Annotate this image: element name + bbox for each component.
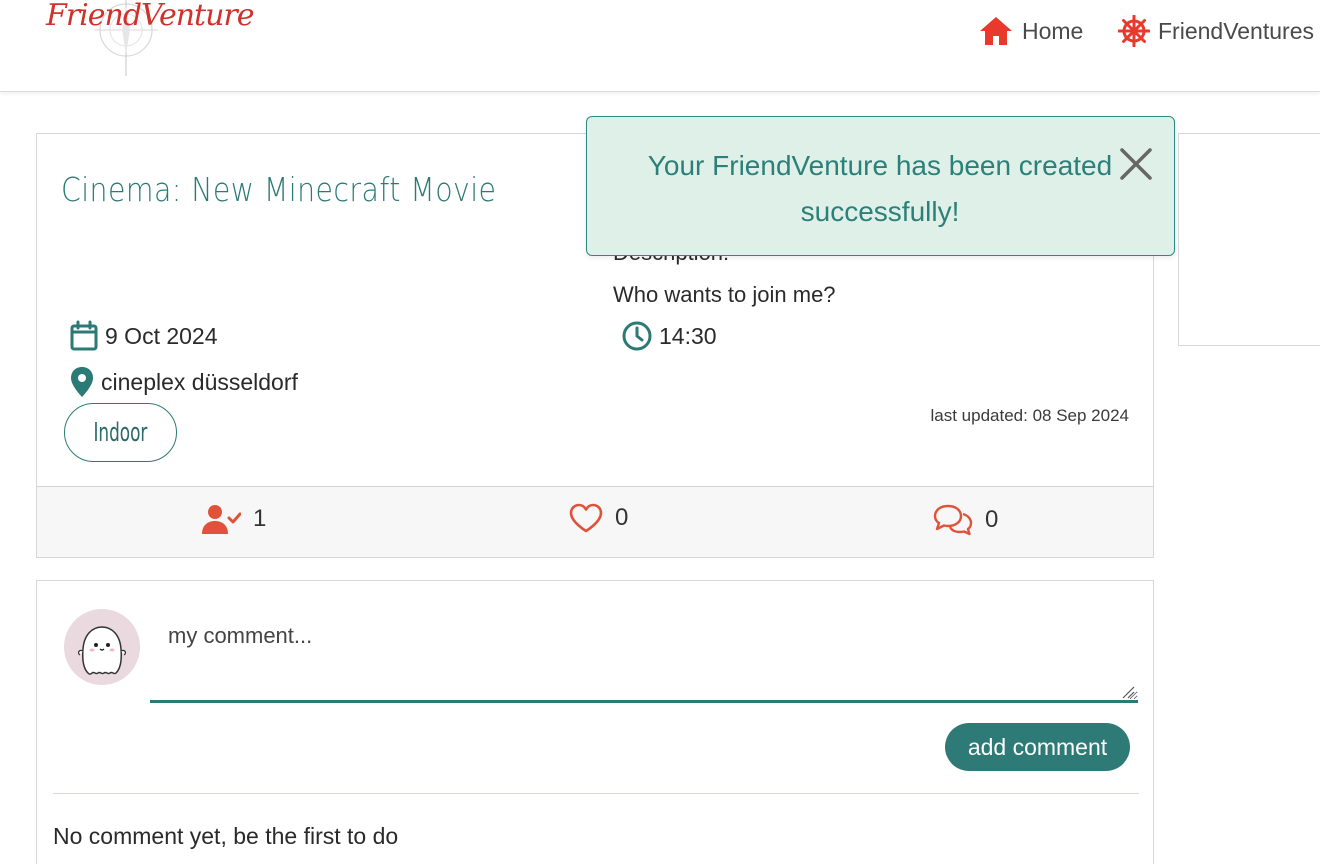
last-updated: last updated: 08 Sep 2024: [930, 406, 1130, 425]
divider: [53, 793, 1139, 794]
ghost-avatar-icon: [77, 626, 127, 675]
event-description: Who wants to join me?: [613, 282, 836, 307]
home-icon: [980, 17, 1012, 45]
comment-input[interactable]: [150, 607, 1138, 703]
calendar-icon: [70, 320, 98, 351]
event-stats-bar: 1 0 0: [37, 486, 1153, 557]
category-tag[interactable]: Indoor: [64, 403, 177, 462]
event-date: 9 Oct 2024: [69, 320, 218, 352]
nav-friendventures-label: FriendVentures: [1158, 17, 1314, 44]
event-time-text: 14:30: [659, 322, 717, 349]
likes-stat[interactable]: 0: [569, 503, 628, 533]
clock-icon: [622, 321, 652, 351]
close-icon: [1120, 148, 1152, 180]
avatar[interactable]: [64, 609, 140, 685]
nav-friendventures-link[interactable]: FriendVentures: [1118, 14, 1314, 48]
participants-stat[interactable]: 1: [201, 503, 266, 535]
resize-handle-icon[interactable]: [1121, 685, 1135, 699]
empty-comments-text: No comment yet, be the first to do: [53, 823, 399, 849]
logo[interactable]: FriendVenture: [40, 0, 254, 78]
likes-count: 0: [615, 504, 629, 531]
heart-icon: [569, 503, 603, 533]
map-pin-icon: [71, 367, 93, 397]
user-check-icon: [202, 505, 241, 534]
ship-wheel-icon: [1118, 15, 1150, 47]
add-comment-button[interactable]: add comment: [945, 723, 1130, 771]
comments-stat[interactable]: 0: [933, 503, 998, 537]
navbar: FriendVenture Home FriendVentures: [0, 0, 1320, 92]
category-tag-label: Indoor: [93, 417, 148, 448]
nav-home-link[interactable]: Home: [978, 14, 1083, 48]
toast-close-button[interactable]: [1117, 145, 1155, 183]
event-title[interactable]: Cinema: New Minecraft Movie: [61, 170, 496, 209]
comments-count: 0: [985, 506, 999, 533]
toast-message: Your FriendVenture has been created succ…: [647, 150, 1113, 227]
event-date-text: 9 Oct 2024: [105, 322, 218, 349]
comments-card: add comment No comment yet, be the first…: [36, 580, 1154, 864]
nav-home-label: Home: [1022, 17, 1084, 44]
event-time: 14:30: [621, 320, 717, 352]
side-panel: [1178, 133, 1320, 346]
participants-count: 1: [253, 505, 267, 532]
event-location-text: cineplex düsseldorf: [101, 368, 298, 395]
event-location: cineplex düsseldorf: [69, 366, 298, 398]
success-toast: Your FriendVenture has been created succ…: [586, 116, 1175, 256]
comments-icon: [933, 504, 973, 536]
logo-text: FriendVenture: [46, 0, 254, 33]
